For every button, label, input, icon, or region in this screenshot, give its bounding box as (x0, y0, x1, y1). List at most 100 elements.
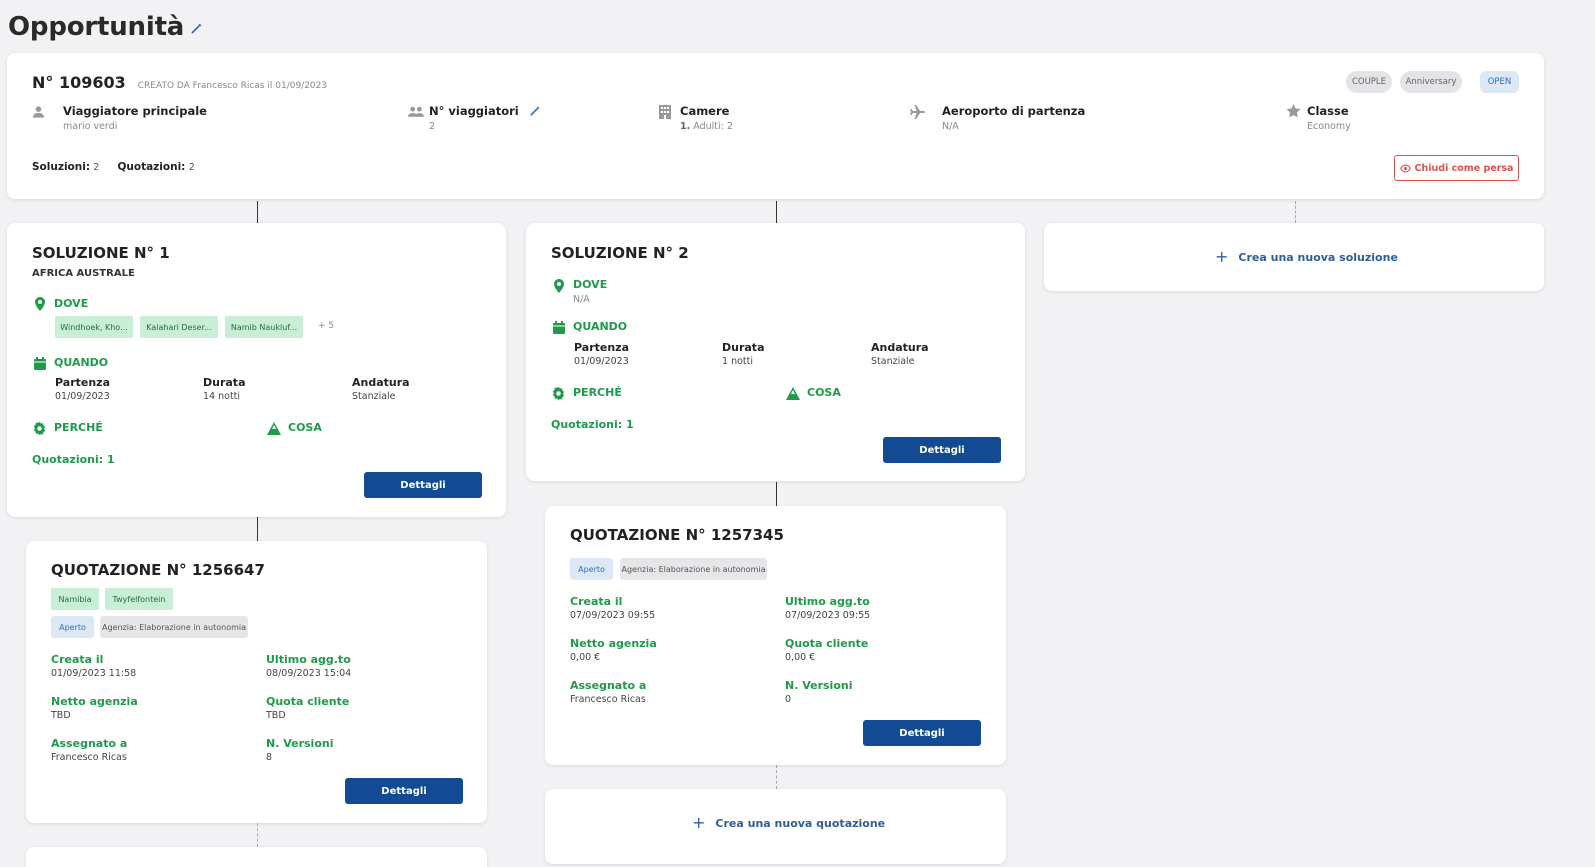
pill-status-open: OPEN (1480, 71, 1519, 93)
place-tag[interactable]: Namib Naukluf... (225, 316, 303, 338)
opportunity-card: N° 109603 CREATO DA Francesco Ricas il 0… (7, 53, 1544, 199)
connector-line-dashed (1295, 201, 1296, 223)
client-quota-value: 0,00 € (785, 652, 816, 663)
connector-line (776, 201, 777, 223)
pin-icon (554, 279, 564, 293)
solutions-count: 2 (93, 162, 100, 173)
opportunity-counters: Soluzioni: 2 Quotazioni: 2 (32, 161, 195, 173)
field-label-travelers: N° viaggiatori (429, 104, 519, 118)
connector-line-dashed (776, 765, 777, 789)
field-label-rooms: Camere (680, 104, 730, 118)
new-quote-link[interactable]: + Crea una nuova quotazione (692, 815, 885, 831)
field-value-main-traveler: mario verdi (63, 121, 118, 132)
field-label-class: Classe (1307, 104, 1349, 118)
edit-title-icon[interactable] (190, 22, 203, 35)
connector-line (257, 201, 258, 223)
quote-tag: Twyfelfontein (105, 588, 173, 610)
client-quota-label: Quota cliente (266, 695, 350, 708)
dove-value: N/A (573, 294, 590, 305)
new-solution-link[interactable]: + Crea una nuova soluzione (1215, 249, 1398, 265)
settings-icon (33, 422, 46, 435)
opportunity-number: N° 109603 (32, 73, 126, 92)
updated-label: Ultimo agg.to (785, 595, 870, 608)
mountain-icon (267, 422, 281, 435)
andatura-label: Andatura (352, 376, 410, 389)
quote-tag: Namibia (51, 588, 99, 610)
pill-couple: COUPLE (1346, 71, 1392, 93)
next-card-partial (26, 847, 487, 867)
page-title-text: Opportunità (8, 12, 185, 42)
more-places-count[interactable]: + 5 (318, 321, 334, 331)
quando-heading: QUANDO (573, 320, 628, 333)
close-as-lost-button[interactable]: Chiudi come persa (1394, 155, 1519, 181)
pill-anniversary: Anniversary (1400, 71, 1462, 93)
field-value-rooms: 1. Adulti: 2 (680, 121, 733, 132)
field-label-main-traveler: Viaggiatore principale (63, 104, 207, 118)
building-icon (659, 105, 671, 119)
quote-card-2: QUOTAZIONE N° 1257345 Aperto Agenzia: El… (545, 506, 1006, 765)
solution-card-1: SOLUZIONE N° 1 AFRICA AUSTRALE DOVE Wind… (7, 223, 506, 517)
eye-icon (1399, 163, 1411, 174)
assigned-label: Assegnato a (51, 737, 128, 750)
connector-line-dashed (257, 823, 258, 847)
created-value: 01/09/2023 11:58 (51, 668, 137, 679)
plus-icon: + (1215, 247, 1229, 266)
quote-title: QUOTAZIONE N° 1257345 (570, 526, 784, 544)
versions-value: 0 (785, 694, 792, 705)
perche-heading: PERCHÉ (54, 421, 103, 434)
field-value-airport: N/A (942, 121, 959, 132)
field-value-class: Economy (1307, 121, 1351, 132)
client-quota-label: Quota cliente (785, 637, 869, 650)
solution-card-2: SOLUZIONE N° 2 DOVE N/A QUANDO Partenza … (526, 223, 1025, 481)
group-icon (408, 105, 425, 119)
close-as-lost-label: Chiudi come persa (1414, 162, 1514, 174)
connector-line (776, 482, 777, 506)
agency-net-value: TBD (51, 710, 71, 721)
details-button[interactable]: Dettagli (863, 720, 981, 746)
partenza-value: 01/09/2023 (55, 391, 110, 402)
perche-heading: PERCHÉ (573, 386, 622, 399)
rooms-adults: Adulti: 2 (693, 121, 733, 132)
field-label-airport: Aeroporto di partenza (942, 104, 1086, 118)
calendar-icon (34, 357, 46, 370)
place-tag[interactable]: Windhoek, Kho... (55, 316, 133, 338)
settings-icon (552, 387, 565, 400)
calendar-icon (553, 321, 565, 334)
edit-travelers-icon[interactable] (529, 105, 541, 117)
details-button[interactable]: Dettagli (883, 437, 1001, 463)
person-icon (32, 105, 45, 119)
solution-title: SOLUZIONE N° 1 (32, 244, 170, 262)
details-button[interactable]: Dettagli (345, 778, 463, 804)
new-solution-card[interactable]: + Crea una nuova soluzione (1044, 223, 1544, 291)
quote-agency-badge: Agenzia: Elaborazione in autonomia (620, 558, 767, 580)
updated-value: 08/09/2023 15:04 (266, 668, 352, 679)
andatura-value: Stanziale (871, 356, 915, 367)
assigned-label: Assegnato a (570, 679, 647, 692)
new-quote-card[interactable]: + Crea una nuova quotazione (545, 789, 1006, 864)
versions-label: N. Versioni (266, 737, 334, 750)
partenza-label: Partenza (55, 376, 110, 389)
assigned-value: Francesco Ricas (570, 694, 646, 705)
durata-value: 1 notti (722, 356, 753, 367)
new-solution-label: Crea una nuova soluzione (1238, 250, 1398, 264)
dove-heading: DOVE (573, 278, 608, 291)
partenza-label: Partenza (574, 341, 629, 354)
quote-status-badge: Aperto (51, 616, 94, 638)
created-label: Creata il (570, 595, 623, 608)
assigned-value: Francesco Ricas (51, 752, 127, 763)
cosa-heading: COSA (288, 421, 322, 434)
details-button[interactable]: Dettagli (364, 472, 482, 498)
quando-heading: QUANDO (54, 356, 109, 369)
solution-title: SOLUZIONE N° 2 (551, 244, 689, 262)
client-quota-value: TBD (266, 710, 286, 721)
quote-card-1: QUOTAZIONE N° 1256647 Namibia Twyfelfont… (26, 541, 487, 823)
updated-value: 07/09/2023 09:55 (785, 610, 871, 621)
plus-icon: + (692, 813, 706, 832)
new-quote-label: Crea una nuova quotazione (715, 816, 886, 830)
star-icon (1286, 104, 1301, 118)
place-tag[interactable]: Kalahari Deser... (140, 316, 218, 338)
durata-label: Durata (203, 376, 246, 389)
created-value: 07/09/2023 09:55 (570, 610, 656, 621)
agency-net-value: 0,00 € (570, 652, 601, 663)
andatura-value: Stanziale (352, 391, 396, 402)
